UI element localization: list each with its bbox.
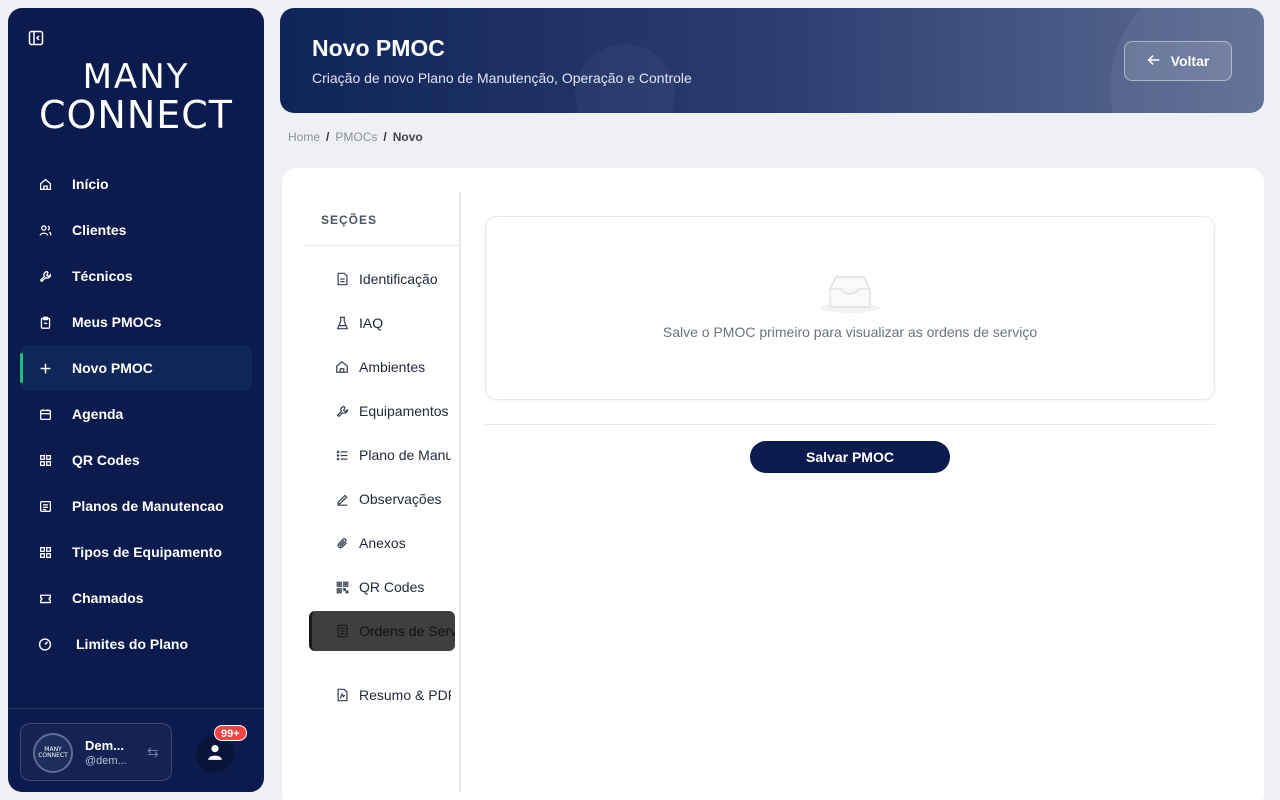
section-label: Identificação xyxy=(359,271,438,287)
sidebar-item-label: Planos de Manutencao xyxy=(72,498,224,514)
sidebar-item-label: QR Codes xyxy=(72,452,140,468)
sidebar-item-tipos-equipamento[interactable]: Tipos de Equipamento xyxy=(8,529,264,575)
sidebar-item-limites[interactable]: Limites do Plano xyxy=(8,621,264,667)
user-name: Dem... xyxy=(85,738,125,753)
section-label: Plano de Manutenção xyxy=(359,447,451,463)
sidebar-item-qr-codes[interactable]: QR Codes xyxy=(8,437,264,483)
page-title: Novo PMOC xyxy=(312,35,445,61)
sidebar-item-chamados[interactable]: Chamados xyxy=(8,575,264,621)
sidebar-item-agenda[interactable]: Agenda xyxy=(8,391,264,437)
list-icon xyxy=(335,448,349,462)
pdf-icon xyxy=(335,688,349,702)
grid-icon xyxy=(38,453,52,467)
document-icon xyxy=(335,272,349,286)
section-label: Observações xyxy=(359,491,442,507)
inbox-icon xyxy=(818,271,882,315)
ticket-icon xyxy=(38,591,52,605)
sections-nav: SEÇÕES Identificação IAQ Ambientes Equip… xyxy=(305,192,461,792)
sidebar-item-label: Clientes xyxy=(72,222,127,238)
logo-line1: MANY xyxy=(82,57,190,97)
user-icon xyxy=(206,743,224,766)
back-button[interactable]: Voltar xyxy=(1124,41,1232,81)
sidebar-item-label: Tipos de Equipamento xyxy=(72,544,222,560)
switch-account-icon[interactable]: ⇆ xyxy=(147,744,159,761)
section-equipamentos[interactable]: Equipamentos xyxy=(313,391,451,431)
sidebar-item-inicio[interactable]: Início xyxy=(8,161,264,207)
main-divider xyxy=(485,424,1215,425)
sidebar-item-novo-pmoc[interactable]: Novo PMOC xyxy=(20,345,252,391)
sidebar: MANY CONNECT Início Clientes Técnicos Me… xyxy=(8,8,264,792)
sections-divider xyxy=(305,245,459,246)
section-label: IAQ xyxy=(359,315,384,331)
paperclip-icon xyxy=(335,536,349,550)
breadcrumb-home[interactable]: Home xyxy=(288,130,320,144)
qrcode-icon xyxy=(335,580,349,594)
section-iaq[interactable]: IAQ xyxy=(313,303,451,343)
section-label: Ambientes xyxy=(359,359,426,375)
section-qr-codes[interactable]: QR Codes xyxy=(313,567,451,607)
empty-state: Salve o PMOC primeiro para visualizar as… xyxy=(485,216,1215,400)
section-label: Resumo & PDF xyxy=(359,687,451,703)
sidebar-footer: MANY CONNECT Dem... @dem... ⇆ 99+ xyxy=(8,708,264,792)
clipboard-icon xyxy=(38,315,52,329)
sidebar-item-tecnicos[interactable]: Técnicos xyxy=(8,253,264,299)
section-label: Anexos xyxy=(359,535,406,551)
breadcrumb-separator: / xyxy=(326,130,330,144)
section-resumo-pdf[interactable]: Resumo & PDF xyxy=(313,675,451,715)
wrench-icon xyxy=(38,269,52,283)
breadcrumb-pmocs[interactable]: PMOCs xyxy=(335,130,377,144)
section-ordens-servico[interactable]: Ordens de Serviço xyxy=(309,611,455,651)
sidebar-item-planos[interactable]: Planos de Manutencao xyxy=(8,483,264,529)
sidebar-item-meus-pmocs[interactable]: Meus PMOCs xyxy=(8,299,264,345)
home-icon xyxy=(38,177,52,191)
breadcrumb-current: Novo xyxy=(392,130,423,144)
sidebar-item-label: Agenda xyxy=(72,406,124,422)
receipt-icon xyxy=(335,624,349,638)
sidebar-item-label: Chamados xyxy=(72,590,144,606)
main-card: SEÇÕES Identificação IAQ Ambientes Equip… xyxy=(282,168,1264,800)
sidebar-item-label: Técnicos xyxy=(72,268,133,284)
home-icon xyxy=(335,360,349,374)
avatar-line2: CONNECT xyxy=(38,752,68,759)
user-handle: @dem... xyxy=(85,755,127,767)
section-label: Equipamentos xyxy=(359,403,449,419)
plus-icon xyxy=(38,361,52,375)
flask-icon xyxy=(335,316,349,330)
breadcrumb-separator: / xyxy=(383,130,387,144)
section-identificacao[interactable]: Identificação xyxy=(313,259,451,299)
arrow-left-icon xyxy=(1147,53,1161,70)
section-label: Ordens de Serviço xyxy=(359,623,455,639)
back-button-label: Voltar xyxy=(1170,53,1210,69)
breadcrumb: Home / PMOCs / Novo xyxy=(288,130,423,144)
section-observacoes[interactable]: Observações xyxy=(313,479,451,519)
sidebar-item-label: Início xyxy=(72,176,109,192)
section-ambientes[interactable]: Ambientes xyxy=(313,347,451,387)
list-icon xyxy=(38,499,52,513)
page-subtitle: Criação de novo Plano de Manutenção, Ope… xyxy=(312,70,692,86)
section-label: QR Codes xyxy=(359,579,425,595)
sidebar-collapse-icon[interactable] xyxy=(28,30,46,48)
sidebar-item-label: Limites do Plano xyxy=(76,636,189,652)
logo: MANY CONNECT xyxy=(36,60,236,134)
wrench-icon xyxy=(335,404,349,418)
grid-icon xyxy=(38,545,52,559)
sidebar-item-label: Meus PMOCs xyxy=(72,314,162,330)
logo-line2: CONNECT xyxy=(38,93,234,137)
calendar-icon xyxy=(38,407,52,421)
section-anexos[interactable]: Anexos xyxy=(313,523,451,563)
page-header: Novo PMOC Criação de novo Plano de Manut… xyxy=(280,8,1264,113)
sidebar-nav: Início Clientes Técnicos Meus PMOCs Novo… xyxy=(8,161,264,667)
user-card[interactable]: MANY CONNECT Dem... @dem... ⇆ xyxy=(20,723,172,781)
pen-icon xyxy=(335,492,349,506)
sidebar-item-label: Novo PMOC xyxy=(72,360,153,376)
sidebar-item-clientes[interactable]: Clientes xyxy=(8,207,264,253)
gauge-icon xyxy=(38,637,52,651)
save-pmoc-button[interactable]: Salvar PMOC xyxy=(750,441,950,473)
section-plano-manutencao[interactable]: Plano de Manutenção xyxy=(313,435,451,475)
notification-badge: 99+ xyxy=(214,725,247,741)
empty-state-message: Salve o PMOC primeiro para visualizar as… xyxy=(662,324,1038,340)
sections-title: SEÇÕES xyxy=(321,213,378,227)
avatar: MANY CONNECT xyxy=(33,733,73,773)
users-icon xyxy=(38,223,52,237)
